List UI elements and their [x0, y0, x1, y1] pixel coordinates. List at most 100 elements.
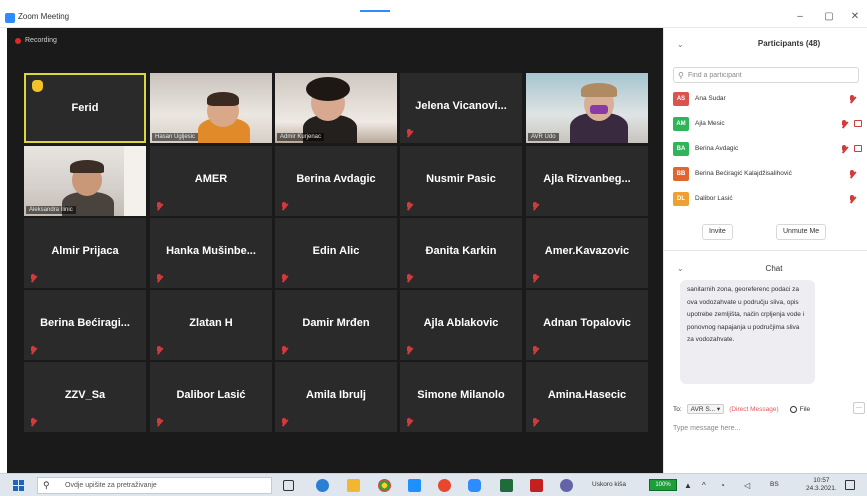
participant-row[interactable]: AM Ajla Mesic	[673, 115, 863, 133]
participant-tile[interactable]: Amina.Hasecic	[526, 362, 648, 432]
participant-name: Simone Milanolo	[417, 389, 505, 401]
windows-taskbar: ⚲ Ovdje upišite za pretraživanje Uskoro …	[0, 473, 867, 496]
task-view-icon[interactable]	[283, 480, 294, 491]
participant-avatar: BA	[673, 142, 689, 156]
raised-hand-icon	[32, 80, 43, 92]
language-indicator[interactable]: BS	[770, 481, 779, 488]
participant-name: AMER	[194, 173, 228, 185]
windows-start-icon[interactable]	[13, 480, 24, 491]
participant-tile[interactable]: Amila Ibrulj	[275, 362, 397, 432]
participant-search-input[interactable]	[688, 70, 853, 80]
taskbar-clock[interactable]: 10:57 24.3.2021.	[806, 477, 837, 493]
participant-search[interactable]: ⚲	[673, 67, 859, 83]
unmute-me-button[interactable]: Unmute Me	[776, 224, 827, 240]
participant-name: Ferid	[71, 102, 99, 114]
chat-title: Chat	[765, 264, 783, 273]
participant-tile[interactable]: Hasan Ugljesic	[150, 73, 272, 143]
participant-tile[interactable]: Ajla Rizvanbeg...	[526, 146, 648, 216]
participant-tile[interactable]: Jelena Vicanovi...	[400, 73, 522, 143]
minimize-button[interactable]: –	[793, 11, 807, 22]
muted-mic-icon	[406, 202, 413, 211]
battery-indicator[interactable]: 100%	[649, 479, 677, 491]
taskbar-search[interactable]: ⚲ Ovdje upišite za pretraživanje	[37, 477, 272, 494]
participant-tile[interactable]: Zlatan H	[150, 290, 272, 360]
file-icon	[789, 405, 797, 413]
recording-indicator[interactable]: Recording	[15, 37, 57, 44]
muted-mic-icon	[281, 274, 288, 283]
recipient-select[interactable]: AVR S... ▾	[686, 404, 725, 414]
search-icon: ⚲	[678, 71, 684, 80]
excel-icon[interactable]	[500, 479, 513, 492]
volume-icon[interactable]: ◁	[744, 481, 750, 490]
collapse-chat-icon[interactable]: ⌄	[677, 264, 684, 273]
participant-name: Berina Avdagic	[296, 173, 376, 185]
participant-name: Zlatan H	[189, 317, 233, 329]
participant-avatar: DL	[673, 192, 689, 206]
participant-tile[interactable]: Berina Avdagic	[275, 146, 397, 216]
file-button[interactable]: File	[789, 405, 810, 413]
video-name-caption: AVR Udo	[528, 133, 559, 141]
participant-tile[interactable]: Nusmir Pasic	[400, 146, 522, 216]
store-icon[interactable]	[408, 479, 421, 492]
zoom-taskbar-icon[interactable]	[468, 479, 481, 492]
participant-tile[interactable]: Aleksandra Ilinic	[24, 146, 146, 216]
more-options-button[interactable]: ···	[853, 402, 865, 414]
video-off-icon	[854, 120, 862, 127]
close-button[interactable]: ✕	[848, 11, 862, 22]
participant-tile[interactable]: Ferid	[24, 73, 146, 143]
participant-row[interactable]: AS Ana Sudar	[673, 90, 863, 108]
participant-row[interactable]: BB Berina Bećiragić Kalajdžisalihović	[673, 165, 863, 183]
participant-name: Jelena Vicanovi...	[415, 100, 507, 112]
participant-tile[interactable]: AMER	[150, 146, 272, 216]
participant-tile[interactable]: Hanka Mušinbe...	[150, 218, 272, 288]
participant-tile[interactable]: Almir Prijaca	[24, 218, 146, 288]
acrobat-icon[interactable]	[530, 479, 543, 492]
muted-mic-icon	[281, 418, 288, 427]
record-dot-icon	[15, 37, 21, 44]
participant-name: Nusmir Pasic	[426, 173, 496, 185]
participant-tile[interactable]: Adnan Topalovic	[526, 290, 648, 360]
muted-mic-icon	[30, 346, 37, 355]
invite-button[interactable]: Invite	[702, 224, 733, 240]
participant-tile[interactable]: Damir Mrđen	[275, 290, 397, 360]
muted-mic-icon	[156, 418, 163, 427]
video-off-icon	[854, 145, 862, 152]
notification-icon[interactable]	[845, 480, 855, 490]
participant-tile[interactable]: Berina Bećiragi...	[24, 290, 146, 360]
participant-tile[interactable]: ZZV_Sa	[24, 362, 146, 432]
participant-name: Hanka Mušinbe...	[166, 245, 256, 257]
file-explorer-icon[interactable]	[347, 479, 360, 492]
participant-tile[interactable]: Ajla Ablakovic	[400, 290, 522, 360]
panel-divider	[664, 250, 867, 251]
video-name-caption: Hasan Ugljesic	[152, 133, 199, 141]
participant-tile[interactable]: AVR Udo	[526, 73, 648, 143]
network-icon[interactable]: ◔	[720, 481, 725, 490]
to-label: To:	[673, 405, 682, 413]
maximize-button[interactable]: ▢	[822, 11, 836, 22]
collapse-participants-icon[interactable]: ⌄	[677, 40, 684, 49]
participant-tile[interactable]: Admir Kurjenac	[275, 73, 397, 143]
participant-name: Ajla Rizvanbeg...	[543, 173, 631, 185]
participant-row[interactable]: BA Berina Avdagic	[673, 140, 863, 158]
muted-mic-icon	[30, 418, 37, 427]
participant-tile[interactable]: Edin Alic	[275, 218, 397, 288]
location-icon[interactable]: ▲	[684, 481, 692, 490]
chrome-icon[interactable]	[378, 479, 391, 492]
participant-tile[interactable]: Simone Milanolo	[400, 362, 522, 432]
participant-list: AS Ana Sudar AM Ajla Mesic BA Berina Avda…	[673, 88, 863, 213]
teams-icon[interactable]	[560, 479, 573, 492]
edge-browser-icon[interactable]	[316, 479, 329, 492]
muted-mic-icon	[406, 274, 413, 283]
muted-mic-icon	[849, 195, 856, 204]
participant-tile[interactable]: Amer.Kavazovic	[526, 218, 648, 288]
chat-message-input[interactable]	[673, 421, 858, 435]
participant-row[interactable]: DL Dalibor Lasić	[673, 190, 863, 208]
participant-avatar: AM	[673, 117, 689, 131]
window-title: Zoom Meeting	[18, 12, 70, 21]
participant-tile[interactable]: Dalibor Lasić	[150, 362, 272, 432]
participant-tile[interactable]: Đanita Karkin	[400, 218, 522, 288]
tray-chevron-icon[interactable]: ^	[702, 481, 706, 490]
weather-widget[interactable]: Uskoro kiša	[592, 481, 626, 488]
muted-mic-icon	[156, 346, 163, 355]
firefox-icon[interactable]	[438, 479, 451, 492]
